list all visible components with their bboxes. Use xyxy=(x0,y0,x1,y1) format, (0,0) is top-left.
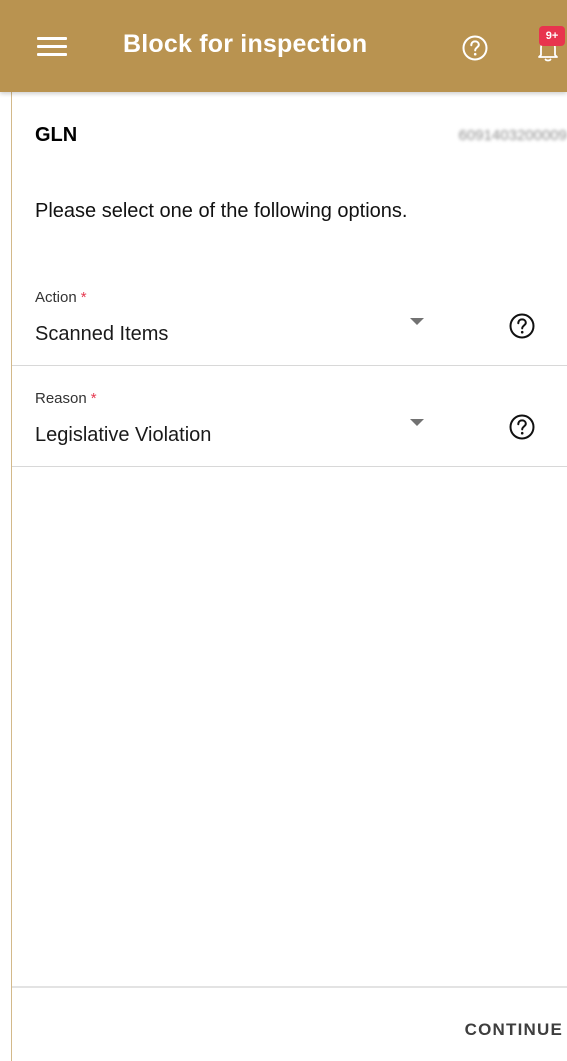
help-circle-icon[interactable] xyxy=(507,412,537,442)
reason-label-text: Reason xyxy=(35,390,87,407)
reason-value: Legislative Violation xyxy=(35,424,212,446)
action-field-label: Action * xyxy=(35,289,87,306)
reason-field-label: Reason * xyxy=(35,390,97,407)
action-value: Scanned Items xyxy=(35,323,169,345)
help-circle-icon[interactable] xyxy=(460,33,490,63)
dropdown-arrow-icon[interactable] xyxy=(410,419,424,426)
required-marker: * xyxy=(80,289,87,306)
action-label-text: Action xyxy=(35,289,77,306)
footer-divider xyxy=(12,986,567,988)
notification-badge: 9+ xyxy=(539,26,565,46)
page-title: Block for inspection xyxy=(123,30,368,58)
menu-icon-line xyxy=(37,45,67,48)
gln-row: GLN 6091403200009 xyxy=(12,92,567,176)
gln-value: 6091403200009 xyxy=(458,127,567,144)
help-circle-icon[interactable] xyxy=(507,311,537,341)
action-select[interactable]: Action * Scanned Items xyxy=(12,266,567,366)
left-border xyxy=(11,92,12,1061)
menu-icon-line xyxy=(37,53,67,56)
app-bar: Block for inspection 9+ xyxy=(0,0,567,92)
menu-icon[interactable] xyxy=(35,32,69,60)
notifications-button[interactable]: 9+ xyxy=(533,26,567,66)
menu-icon-line xyxy=(37,37,67,40)
reason-select[interactable]: Reason * Legislative Violation xyxy=(12,367,567,467)
dropdown-arrow-icon[interactable] xyxy=(410,318,424,325)
continue-button[interactable]: CONTINUE xyxy=(465,1020,563,1040)
required-marker: * xyxy=(90,390,97,407)
instruction-text: Please select one of the following optio… xyxy=(35,200,408,222)
gln-label: GLN xyxy=(35,124,78,146)
